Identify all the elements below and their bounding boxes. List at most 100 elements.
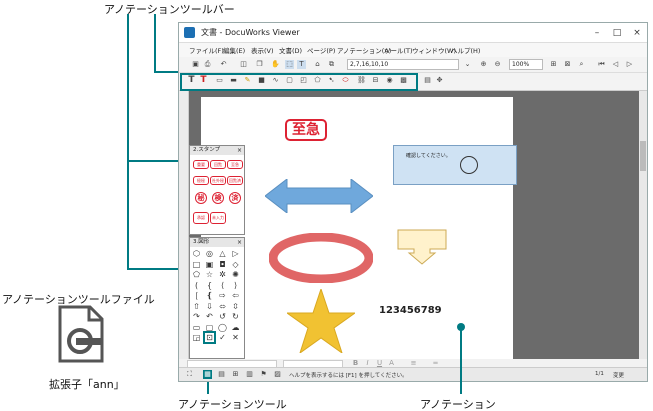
- ellipse-icon[interactable]: ⬭: [341, 76, 350, 85]
- shape-check-icon[interactable]: ✓: [218, 333, 227, 342]
- stamp-item[interactable]: 未入力: [210, 212, 226, 224]
- rect-icon[interactable]: ▢: [285, 76, 294, 85]
- shape-octagon-icon[interactable]: ⬡: [192, 249, 201, 258]
- shape-arrow-down-icon[interactable]: ⇩: [205, 302, 214, 311]
- sticky-note-annotation[interactable]: 確認してください。: [393, 145, 517, 185]
- fullscreen-icon[interactable]: ⛶: [185, 370, 194, 379]
- shape-play-icon[interactable]: ▷: [231, 249, 240, 258]
- arrow-icon[interactable]: ➷: [327, 76, 336, 85]
- freehand-icon[interactable]: ∿: [271, 76, 280, 85]
- marker-icon[interactable]: ✎: [243, 76, 252, 85]
- shape-paren-left-icon[interactable]: (: [192, 281, 201, 290]
- stamp-item[interactable]: 社外秘: [210, 176, 226, 185]
- stamp-item[interactable]: 承認: [193, 212, 209, 224]
- flag-icon[interactable]: ⚑: [259, 370, 268, 379]
- shape-note-icon[interactable]: ⊡: [203, 331, 216, 344]
- stamp-item[interactable]: 秘: [195, 192, 207, 204]
- menu-edit[interactable]: 編集(E): [223, 45, 245, 55]
- shape-arrow-up-icon[interactable]: ⇧: [192, 302, 201, 311]
- magnify-icon[interactable]: ⌕: [577, 60, 586, 69]
- shape-square-icon[interactable]: □: [192, 260, 201, 269]
- shape-frame-icon[interactable]: ▣: [205, 260, 214, 269]
- double-arrow-annotation[interactable]: [264, 177, 374, 217]
- chevron-down-icon[interactable]: ⌄: [463, 60, 472, 69]
- first-page-icon[interactable]: ⏮: [597, 60, 606, 69]
- zoom-in-icon[interactable]: ⊕: [479, 60, 488, 69]
- maximize-button[interactable]: □: [610, 26, 624, 40]
- minimize-button[interactable]: –: [590, 26, 604, 40]
- shape-star-icon[interactable]: ☆: [205, 270, 214, 279]
- close-button[interactable]: ×: [630, 26, 644, 40]
- shape-brace-pair-icon[interactable]: ❴: [205, 291, 214, 300]
- shape-arrow-right-icon[interactable]: ⇨: [218, 291, 227, 300]
- fit-page-icon[interactable]: ⊞: [549, 60, 558, 69]
- scroll-thumb[interactable]: [640, 141, 646, 171]
- view-icon[interactable]: ◫: [239, 60, 248, 69]
- line-icon[interactable]: ▭: [215, 76, 224, 85]
- stamp-item[interactable]: 検: [212, 192, 224, 204]
- link-icon[interactable]: ⛓: [357, 76, 366, 85]
- shape-gear-icon[interactable]: ✲: [218, 270, 227, 279]
- zoom-out-icon[interactable]: ⊖: [493, 60, 502, 69]
- text-icon[interactable]: T: [187, 76, 196, 85]
- stamp-item[interactable]: 済: [229, 192, 241, 204]
- polygon-icon[interactable]: ⬠: [313, 76, 322, 85]
- attach-icon[interactable]: ⊟: [371, 76, 380, 85]
- shape-angle-icon[interactable]: ⟨: [218, 281, 227, 290]
- fit-width-icon[interactable]: ⊠: [563, 60, 572, 69]
- zoom-field[interactable]: 100%: [509, 59, 543, 70]
- next-page-icon[interactable]: ▷: [625, 60, 634, 69]
- stamp-icon[interactable]: ⌂: [313, 60, 322, 69]
- shape-triangle-icon[interactable]: △: [218, 249, 227, 258]
- shape-loop-icon[interactable]: ↺: [218, 312, 227, 321]
- shape-callout-cloud-icon[interactable]: ☁: [231, 323, 240, 332]
- document-page[interactable]: 至急 123456789 確認してください。: [201, 97, 517, 359]
- note-icon[interactable]: ◰: [299, 76, 308, 85]
- date-stamp-icon[interactable]: ◉: [385, 76, 394, 85]
- menu-tools[interactable]: ツール(T): [384, 45, 413, 55]
- copy-icon[interactable]: ❐: [255, 60, 264, 69]
- select-icon[interactable]: ⬚: [285, 60, 294, 69]
- menu-window[interactable]: ウィンドウ(W): [412, 45, 456, 55]
- star-annotation[interactable]: [285, 287, 357, 357]
- stamp-item[interactable]: 至急: [227, 160, 243, 169]
- hand-icon[interactable]: ✋: [271, 60, 280, 69]
- thumbnail-icon[interactable]: ▤: [217, 370, 226, 379]
- menu-file[interactable]: ファイル(F): [189, 45, 224, 55]
- shape-callout-icon[interactable]: ◲: [192, 333, 201, 342]
- shape-diamond-icon[interactable]: ◇: [231, 260, 240, 269]
- close-icon[interactable]: ×: [237, 146, 242, 155]
- shape-pentagon-icon[interactable]: ⬠: [192, 270, 201, 279]
- view-mode-icon[interactable]: ▦: [203, 370, 212, 379]
- list-icon[interactable]: ▥: [245, 370, 254, 379]
- grid-icon[interactable]: ⊞: [231, 370, 240, 379]
- stamp-item[interactable]: 極秘: [193, 176, 209, 185]
- number-text-annotation[interactable]: 123456789: [379, 305, 442, 316]
- text-red-icon[interactable]: T: [199, 76, 208, 85]
- prev-page-icon[interactable]: ◁: [611, 60, 620, 69]
- fill-icon[interactable]: ■: [257, 76, 266, 85]
- shape-brace-icon[interactable]: {: [205, 281, 214, 290]
- undo-icon[interactable]: ↶: [219, 60, 228, 69]
- line2-icon[interactable]: ▬: [229, 76, 238, 85]
- pages-icon[interactable]: ⧉: [327, 60, 336, 69]
- move-icon[interactable]: ✥: [435, 76, 444, 85]
- ring-annotation[interactable]: [268, 232, 374, 287]
- page-field[interactable]: 2,7,16,10,10: [347, 59, 459, 70]
- close-icon[interactable]: ×: [237, 238, 242, 247]
- layout-icon[interactable]: ▨: [273, 370, 282, 379]
- callout-shape-annotation[interactable]: [397, 229, 447, 269]
- image-icon[interactable]: ▩: [399, 76, 408, 85]
- shape-circle-icon[interactable]: ◎: [205, 249, 214, 258]
- document-workspace[interactable]: 至急 123456789 確認してください。 2.スタンプ × 重要 回覧 至急…: [179, 91, 647, 359]
- shape-bevel-icon[interactable]: ◘: [218, 260, 227, 269]
- shape-arrow-lr-icon[interactable]: ⬄: [218, 302, 227, 311]
- shape-burst-icon[interactable]: ✺: [231, 270, 240, 279]
- menu-view[interactable]: 表示(V): [251, 45, 274, 55]
- save-icon[interactable]: ▣: [191, 60, 200, 69]
- shape-cross-icon[interactable]: ✕: [231, 333, 240, 342]
- stamp-item[interactable]: 回覧済: [227, 176, 243, 185]
- urgent-stamp[interactable]: 至急: [285, 119, 327, 141]
- shape-arrow-ud-icon[interactable]: ⇳: [231, 302, 240, 311]
- vertical-scrollbar[interactable]: [639, 91, 647, 359]
